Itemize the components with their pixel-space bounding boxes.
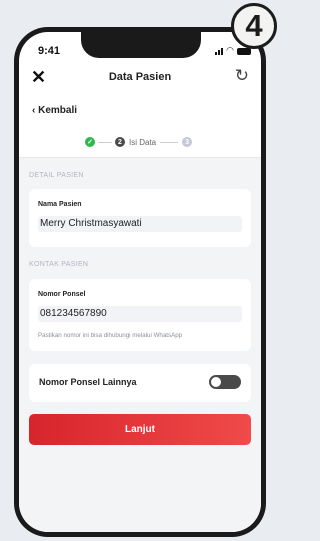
form-area: DETAIL PASIEN Nama Pasien Merry Christma…: [19, 157, 261, 532]
section-label-patient-contact: KONTAK PASIEN: [29, 261, 89, 268]
continue-button[interactable]: Lanjut: [29, 414, 251, 445]
step-2-indicator: 2: [115, 137, 125, 147]
app-header: ✕ Data Pasien ↻: [19, 66, 261, 94]
page-title: Data Pasien: [108, 71, 172, 83]
section-label-patient-detail: DETAIL PASIEN: [29, 172, 84, 179]
step-number-badge: 4: [231, 3, 277, 49]
phone-hint: Pastikan nomor ini bisa dihubungi melalu…: [38, 332, 183, 339]
back-link[interactable]: ‹ Kembali: [32, 105, 77, 116]
chevron-left-icon: ‹: [32, 105, 36, 116]
refresh-icon[interactable]: ↻: [235, 67, 249, 85]
signal-icon: [215, 48, 224, 55]
other-phone-label: Nomor Ponsel Lainnya: [39, 377, 137, 387]
progress-stepper: ✓ 2 Isi Data 3: [85, 135, 193, 149]
patient-name-label: Nama Pasien: [38, 201, 82, 208]
phone-screen: 9:41 ◠ ✕ Data Pasien ↻ ‹ Kembali ✓ 2 Isi…: [19, 32, 261, 532]
other-phone-toggle[interactable]: [209, 375, 241, 389]
back-label: Kembali: [38, 105, 78, 116]
phone-label: Nomor Ponsel: [38, 291, 86, 298]
other-phone-card: Nomor Ponsel Lainnya: [29, 364, 251, 402]
phone-card: Nomor Ponsel 081234567890 Pastikan nomor…: [29, 279, 251, 351]
step-connector: [98, 141, 112, 143]
battery-icon: [237, 48, 251, 55]
patient-name-input[interactable]: Merry Christmasyawati: [38, 216, 242, 232]
patient-name-card: Nama Pasien Merry Christmasyawati: [29, 189, 251, 247]
step-connector: [160, 141, 179, 143]
step-1-done-check-icon: ✓: [85, 137, 95, 147]
status-time: 9:41: [38, 45, 61, 57]
step-2-label: Isi Data: [129, 137, 157, 147]
toggle-knob: [211, 377, 221, 387]
wifi-icon: ◠: [226, 45, 234, 55]
step-3-indicator: 3: [182, 137, 193, 147]
phone-input[interactable]: 081234567890: [38, 306, 242, 322]
phone-frame: 9:41 ◠ ✕ Data Pasien ↻ ‹ Kembali ✓ 2 Isi…: [14, 27, 266, 537]
phone-notch: [81, 32, 201, 58]
